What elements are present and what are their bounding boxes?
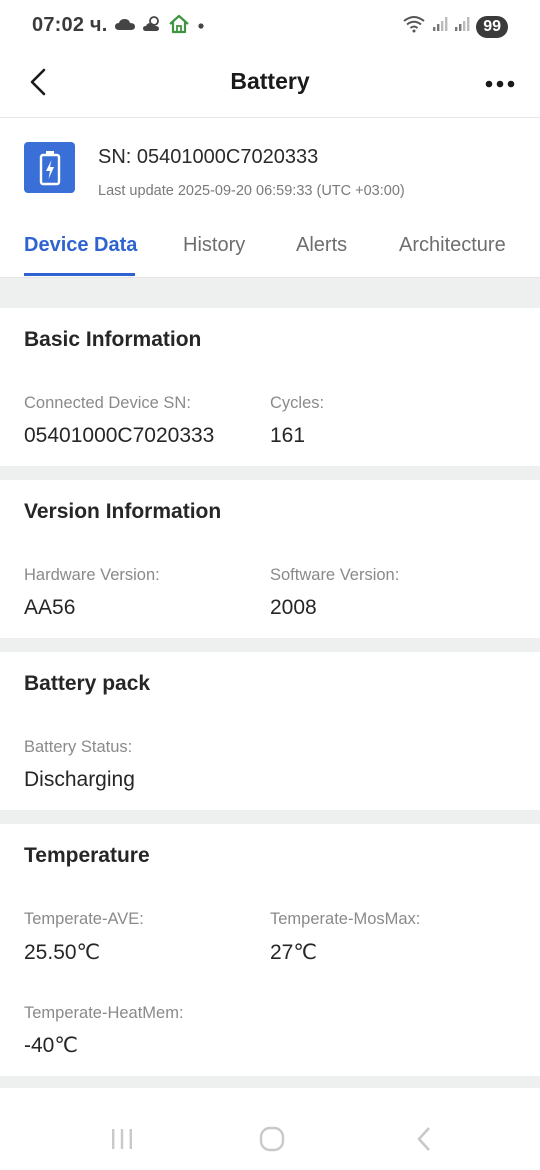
software-version-label: Software Version: — [270, 566, 400, 584]
status-bar: 07:02 ч. 99 — [0, 0, 540, 56]
status-notification-icons — [114, 14, 206, 39]
app-header: Battery — [0, 56, 540, 118]
device-info: SN: 05401000C7020333 Last update 2025-09… — [0, 118, 540, 214]
temperature-heatmem-value: -40℃ — [24, 1034, 78, 1057]
software-version-value: 2008 — [270, 596, 317, 619]
system-navigation-bar — [0, 1088, 540, 1170]
temperature-ave-value: 25.50℃ — [24, 941, 101, 964]
device-data-content: Basic Information Connected Device SN: 0… — [0, 278, 540, 1090]
tab-device-data[interactable]: Device Data — [24, 234, 137, 257]
section-title: Basic Information — [24, 328, 202, 351]
hardware-version-label: Hardware Version: — [24, 566, 160, 584]
device-serial-number: SN: 05401000C7020333 — [98, 146, 319, 168]
recent-apps-icon[interactable] — [107, 1126, 137, 1152]
battery-pack-section: Battery pack Battery Status: Discharging — [0, 652, 540, 810]
cloud-icon — [114, 17, 136, 36]
section-divider — [0, 810, 540, 824]
section-divider — [0, 278, 540, 308]
active-tab-indicator — [24, 273, 135, 276]
tab-architecture[interactable]: Architecture — [399, 234, 506, 257]
page-title: Battery — [230, 68, 310, 94]
more-dots-icon — [485, 75, 515, 93]
battery-charging-icon — [24, 142, 75, 193]
connected-sn-value: 05401000C7020333 — [24, 424, 215, 447]
temperature-mosmax-label: Temperate-MosMax: — [270, 910, 421, 928]
back-nav-icon[interactable] — [409, 1126, 439, 1152]
last-update-text: Last update 2025-09-20 06:59:33 (UTC +03… — [98, 183, 405, 199]
more-options-button[interactable] — [482, 66, 518, 102]
section-title: Version Information — [24, 500, 222, 523]
cycles-label: Cycles: — [270, 394, 325, 412]
version-information-section: Version Information Hardware Version: AA… — [0, 480, 540, 638]
battery-status-value: Discharging — [24, 768, 135, 791]
basic-information-section: Basic Information Connected Device SN: 0… — [0, 308, 540, 466]
home-icon — [168, 14, 190, 39]
section-title: Battery pack — [24, 672, 151, 695]
temperature-heatmem-label: Temperate-HeatMem: — [24, 1004, 184, 1022]
status-system-icons: 99 — [402, 15, 508, 38]
temperature-mosmax-value: 27℃ — [270, 941, 317, 964]
cycles-value: 161 — [270, 424, 306, 447]
section-divider — [0, 466, 540, 480]
wifi-icon — [402, 15, 426, 38]
temperature-section: Temperature Temperate-AVE: 25.50℃ Temper… — [0, 824, 540, 1076]
hardware-version-value: AA56 — [24, 596, 76, 619]
section-divider — [0, 638, 540, 652]
tab-bar: Device Data History Alerts Architecture — [0, 222, 540, 278]
status-time: 07:02 ч. — [32, 14, 108, 36]
temperature-ave-label: Temperate-AVE: — [24, 910, 144, 928]
home-circle-icon[interactable] — [257, 1126, 287, 1152]
battery-status-label: Battery Status: — [24, 738, 133, 756]
dot-icon — [196, 18, 206, 36]
tab-history[interactable]: History — [183, 234, 245, 257]
signal-icon — [432, 16, 448, 37]
section-title: Temperature — [24, 844, 150, 867]
signal-icon-2 — [454, 16, 470, 37]
connected-sn-label: Connected Device SN: — [24, 394, 191, 412]
battery-icon: 99 — [476, 15, 508, 38]
tab-alerts[interactable]: Alerts — [296, 234, 347, 257]
partly-cloudy-icon — [142, 15, 162, 38]
